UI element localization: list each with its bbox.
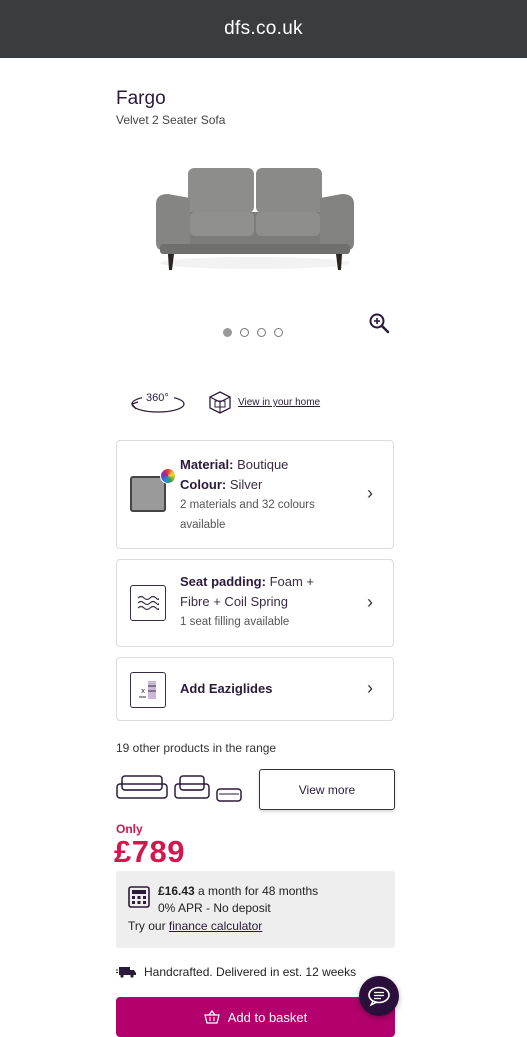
colour-label: Colour: [180, 477, 227, 492]
browser-url: dfs.co.uk [224, 18, 303, 39]
svg-text:x: x [141, 687, 145, 695]
eaziglides-option[interactable]: x Add Eaziglides › [116, 657, 394, 721]
product-price: £789 [114, 834, 185, 869]
view-more-button[interactable]: View more [259, 769, 395, 810]
colour-value: Silver [229, 477, 263, 492]
truck-icon [116, 967, 136, 978]
add-to-basket-button[interactable]: Add to basket [116, 997, 395, 1037]
finance-calculator-link[interactable]: finance calculator [169, 919, 262, 933]
chat-icon [368, 986, 390, 1006]
delivery-info: Handcrafted. Delivered in est. 12 weeks [116, 965, 356, 979]
chat-button[interactable] [359, 976, 399, 1016]
material-value: Boutique [237, 457, 289, 472]
product-subtitle: Velvet 2 Seater Sofa [116, 113, 226, 127]
glides-icon: x [130, 672, 166, 708]
range-count-text: 19 other products in the range [116, 741, 277, 755]
ar-box-icon[interactable] [208, 390, 232, 416]
padding-label: Seat padding: [180, 574, 266, 589]
finance-monthly-rest: a month for 48 months [198, 884, 319, 898]
calculator-icon [128, 886, 150, 908]
view-in-home-link[interactable]: View in your home [238, 397, 320, 408]
delivery-text: Handcrafted. Delivered in est. 12 weeks [144, 965, 357, 979]
colour-swatch [130, 476, 166, 512]
finance-panel: £16.43 a month for 48 months 0% APR - No… [116, 871, 395, 948]
gallery-dot[interactable] [240, 328, 249, 337]
padding-value-line1: Foam + [269, 574, 315, 589]
product-title: Fargo [116, 88, 166, 109]
browser-address-bar[interactable]: dfs.co.uk [0, 0, 527, 58]
finance-monthly: £16.43 [158, 884, 195, 898]
seat-padding-option[interactable]: Seat padding: Foam + Fibre + Coil Spring… [116, 559, 394, 647]
zoom-in-icon[interactable] [368, 312, 390, 334]
material-colour-option[interactable]: Material: Boutique Colour: Silver 2 mate… [116, 440, 394, 549]
material-note-line1: 2 materials and 32 colours [180, 499, 315, 511]
eaziglides-label: Add Eaziglides [180, 681, 273, 696]
add-to-basket-label: Add to basket [227, 1009, 308, 1025]
finance-apr: 0% APR - No deposit [158, 901, 271, 915]
chevron-right-icon: › [367, 678, 373, 698]
chevron-right-icon: › [367, 483, 373, 503]
waves-icon [130, 585, 166, 621]
material-label: Material: [180, 457, 234, 472]
padding-note: 1 seat filling available [180, 616, 290, 628]
chevron-right-icon: › [367, 592, 373, 612]
material-note-line2: available [180, 519, 226, 531]
product-image[interactable] [150, 160, 360, 280]
gallery-dot[interactable] [223, 328, 232, 337]
gallery-pagination [223, 328, 283, 337]
colour-wheel-icon [160, 468, 176, 484]
gallery-dot[interactable] [257, 328, 266, 337]
basket-icon [203, 1010, 220, 1024]
sofa-range-icon [116, 775, 168, 799]
spin-360-label: 360° [146, 392, 169, 404]
padding-value-line2: Fibre + Coil Spring [180, 594, 289, 609]
armchair-range-icon [174, 775, 210, 799]
gallery-dot[interactable] [274, 328, 283, 337]
finance-try-prefix: Try our [128, 919, 166, 933]
footstool-range-icon [216, 788, 242, 802]
